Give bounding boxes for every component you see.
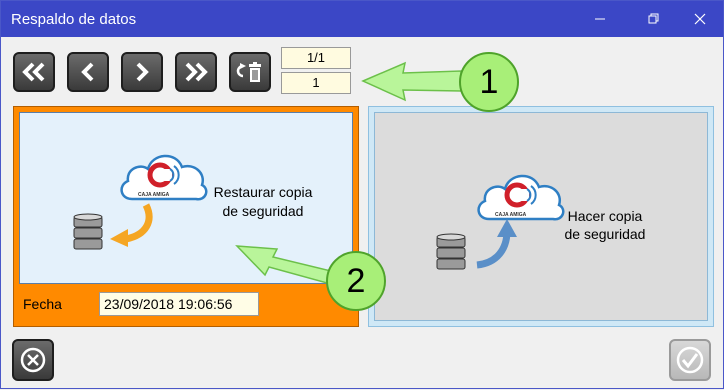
annotation-arrows	[235, 61, 462, 284]
callout-arrow-1	[361, 61, 462, 102]
callout-badge-1: 1	[459, 52, 519, 112]
callout-arrow-2	[235, 245, 332, 284]
backup-dialog: Respaldo de datos 1/1 1 CAJA AMIGA Resta…	[0, 0, 724, 389]
callout-badge-2: 2	[326, 251, 386, 311]
